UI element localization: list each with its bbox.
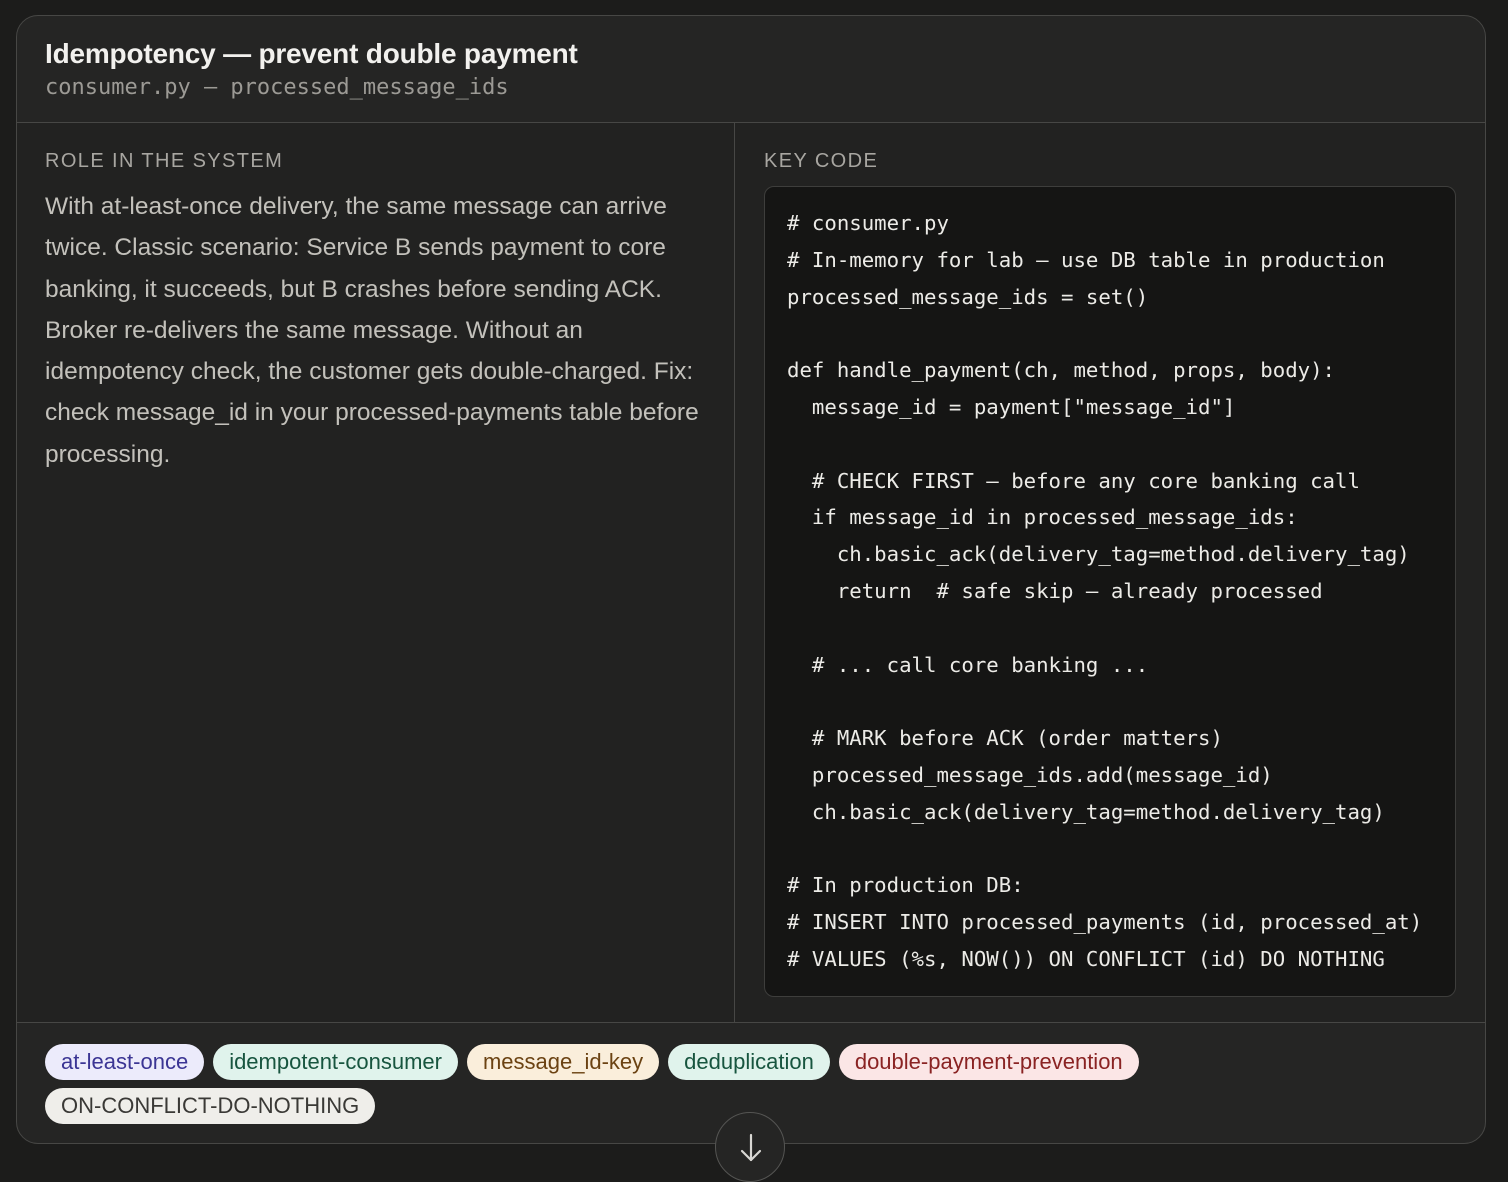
- role-label: ROLE IN THE SYSTEM: [45, 150, 284, 172]
- tag[interactable]: deduplication: [668, 1044, 830, 1080]
- tag[interactable]: idempotent-consumer: [213, 1044, 458, 1080]
- card-body: ROLE IN THE SYSTEM With at-least-once de…: [17, 123, 1485, 1023]
- tag[interactable]: double-payment-prevention: [838, 1044, 1139, 1080]
- role-description: With at-least-once delivery, the same me…: [45, 193, 699, 468]
- tag[interactable]: at-least-once: [45, 1044, 205, 1080]
- card-header: Idempotency — prevent double payment con…: [17, 16, 1485, 123]
- scroll-down-button[interactable]: [715, 1112, 785, 1182]
- key-code-label: KEY CODE: [764, 150, 879, 172]
- card-subtitle: consumer.py — processed_message_ids: [45, 75, 509, 100]
- code-text[interactable]: # consumer.py # In-memory for lab — use …: [787, 205, 1422, 978]
- card-title: Idempotency — prevent double payment: [45, 38, 578, 69]
- arrow-down-icon: [740, 1133, 762, 1162]
- tag[interactable]: message_id-key: [466, 1044, 660, 1080]
- code-block[interactable]: # consumer.py # In-memory for lab — use …: [764, 186, 1456, 997]
- idempotency-card: Idempotency — prevent double payment con…: [16, 15, 1486, 1144]
- tag[interactable]: ON-CONFLICT-DO-NOTHING: [45, 1088, 376, 1124]
- key-code-section: KEY CODE # consumer.py # In-memory for l…: [735, 123, 1485, 1022]
- role-section: ROLE IN THE SYSTEM With at-least-once de…: [17, 123, 735, 1022]
